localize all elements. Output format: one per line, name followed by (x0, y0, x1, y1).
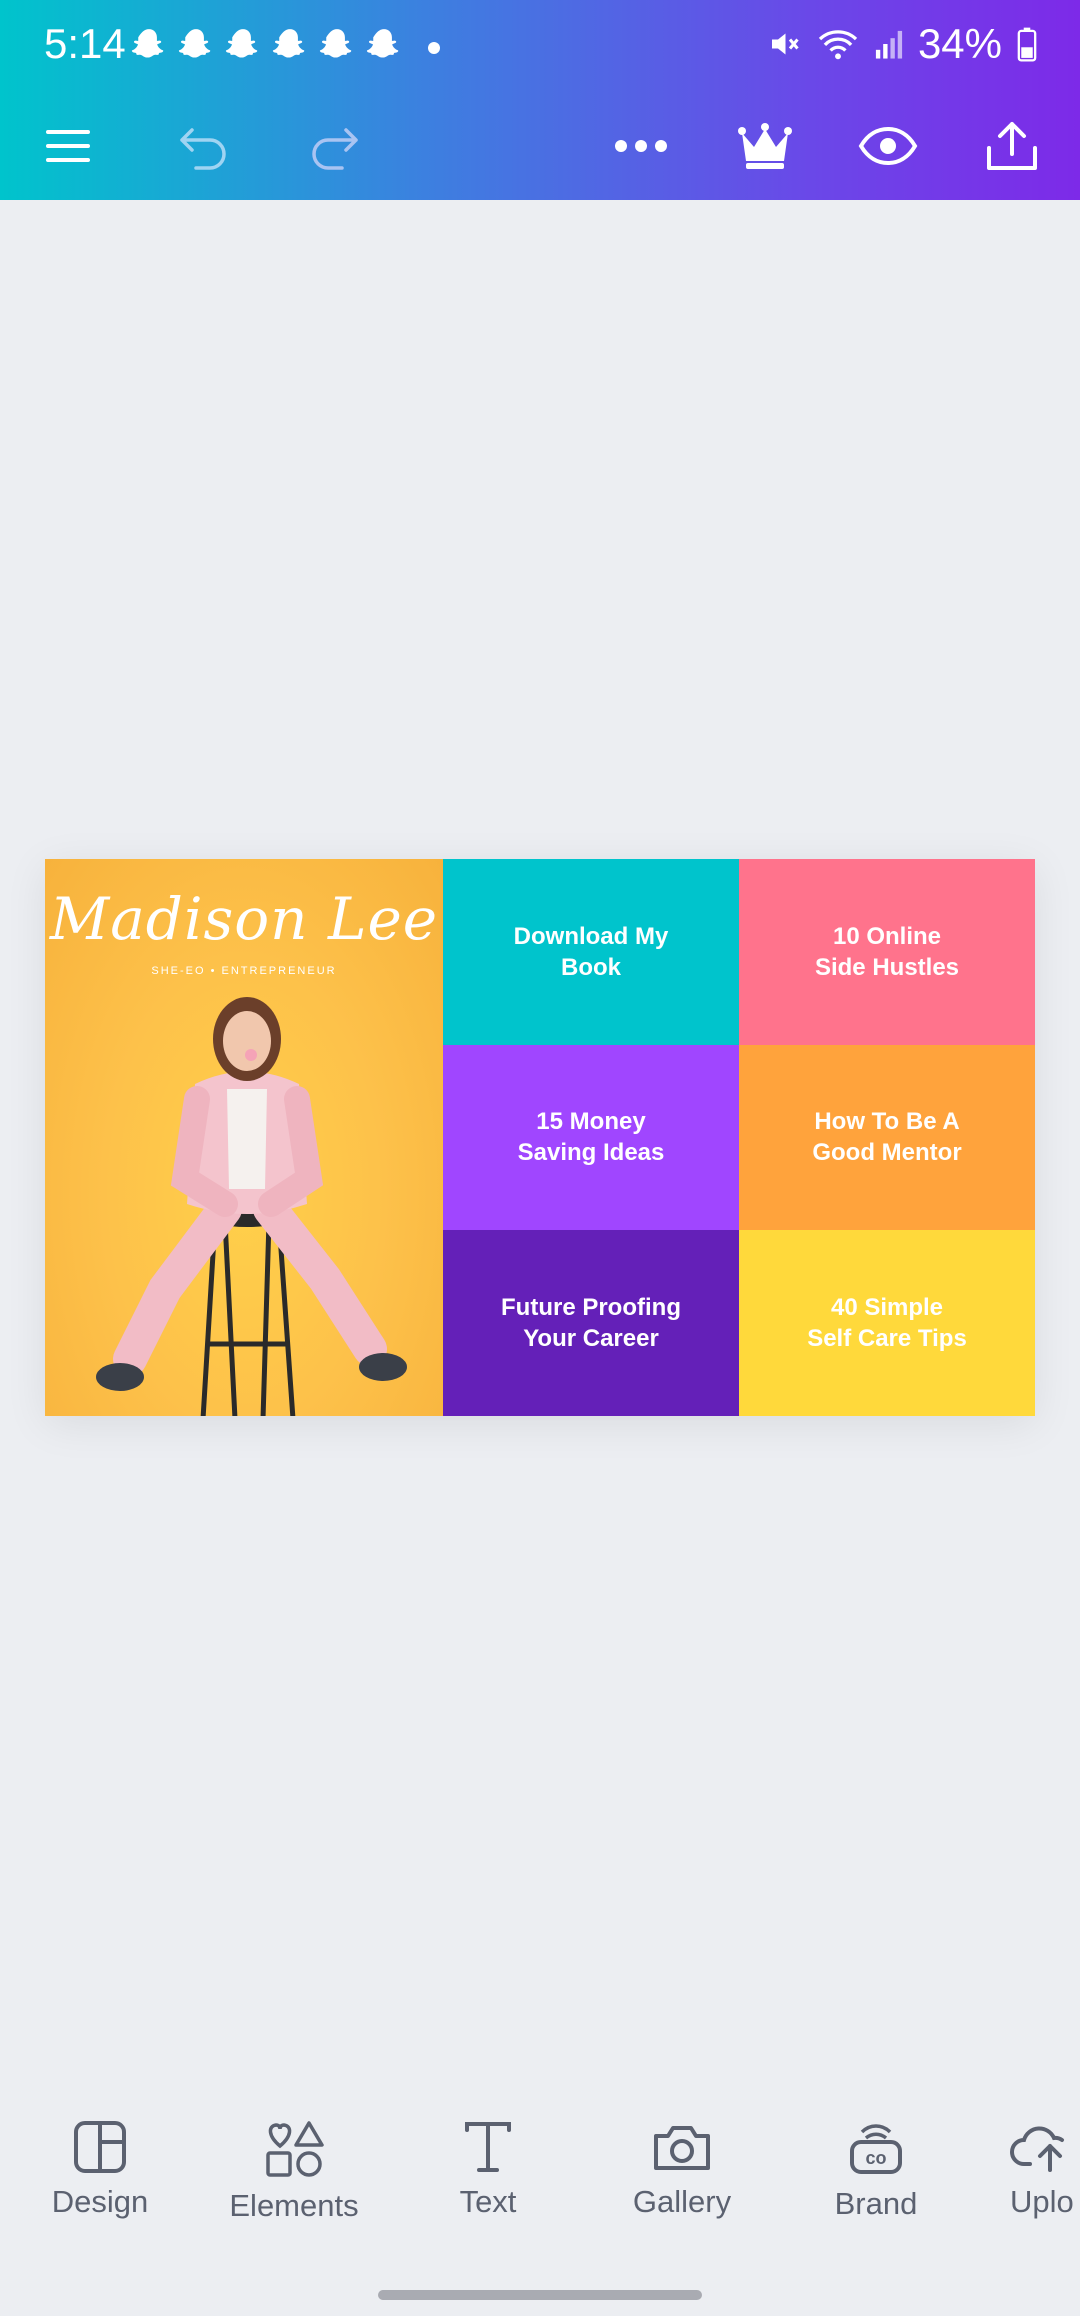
tile-online-side-hustles[interactable]: 10 Online Side Hustles (739, 859, 1035, 1045)
battery-icon (1017, 27, 1037, 62)
design-icon (74, 2121, 126, 2173)
snapchat-icon (225, 29, 258, 58)
undo-button[interactable] (172, 92, 236, 200)
home-indicator[interactable] (378, 2290, 702, 2300)
app-header: 5:14 34% (0, 0, 1080, 200)
redo-icon (312, 128, 358, 170)
nav-design-label: Design (51, 2184, 149, 2219)
notification-dot (428, 42, 440, 54)
nav-gallery[interactable]: Gallery (592, 2120, 772, 2220)
premium-button[interactable] (734, 92, 796, 200)
crown-icon (738, 123, 792, 169)
photo-tile[interactable]: Madison Lee SHE-EO • ENTREPRENEUR (45, 859, 443, 1416)
design-canvas[interactable]: Madison Lee SHE-EO • ENTREPRENEUR Downlo… (45, 859, 1035, 1416)
tile-self-care-tips[interactable]: 40 Simple Self Care Tips (739, 1230, 1035, 1416)
brand-icon: co (850, 2124, 902, 2174)
camera-icon (654, 2126, 710, 2170)
tile-download-book[interactable]: Download My Book (443, 859, 739, 1045)
snapchat-icon (131, 29, 164, 58)
status-bar: 5:14 34% (0, 0, 1080, 92)
nav-brand[interactable]: co Brand (786, 2120, 966, 2222)
nav-design[interactable]: Design (10, 2120, 190, 2220)
tile-good-mentor[interactable]: How To Be A Good Mentor (739, 1044, 1035, 1231)
redo-button[interactable] (302, 92, 366, 200)
share-button[interactable] (982, 92, 1042, 200)
status-time: 5:14 (44, 20, 126, 67)
signal-icon (875, 30, 903, 59)
wifi-icon (818, 30, 858, 60)
more-icon (615, 140, 667, 152)
mute-icon (771, 33, 799, 55)
menu-button[interactable] (40, 92, 96, 200)
share-icon (987, 122, 1037, 170)
nav-uploads-label: Uplo (1010, 2184, 1074, 2219)
nav-text-label: Text (459, 2184, 517, 2219)
logo-tagline: SHE-EO • ENTREPRENEUR (151, 965, 337, 977)
snapchat-icon (319, 29, 352, 58)
tile-future-proofing-career[interactable]: Future Proofing Your Career (443, 1230, 739, 1416)
status-right: 34% (766, 20, 1038, 68)
snapchat-icon (366, 29, 399, 58)
more-button[interactable] (612, 92, 670, 200)
eye-icon (858, 126, 918, 166)
svg-text:co: co (865, 2148, 886, 2168)
elements-icon (266, 2121, 324, 2177)
woman-on-stool-photo (96, 997, 407, 1416)
logo-name: Madison Lee (49, 885, 439, 953)
preview-button[interactable] (856, 92, 920, 200)
text-icon (465, 2122, 511, 2172)
nav-brand-label: Brand (834, 2186, 918, 2221)
snapchat-icon (272, 29, 305, 58)
notification-icons (130, 26, 403, 64)
nav-elements-label: Elements (229, 2188, 359, 2223)
nav-gallery-label: Gallery (632, 2184, 732, 2219)
nav-uploads[interactable]: Uplo (980, 2120, 1080, 2220)
upload-icon (1010, 2126, 1064, 2172)
battery-percent: 34% (917, 20, 1002, 67)
hamburger-icon (46, 130, 90, 162)
nav-text[interactable]: Text (398, 2120, 578, 2220)
nav-elements[interactable]: Elements (204, 2120, 384, 2224)
snapchat-icon (178, 29, 211, 58)
bottom-nav: Design Elements Text Gallery co Brand Up… (0, 2100, 1080, 2250)
undo-icon (180, 128, 226, 170)
editor-toolbar (0, 92, 1080, 200)
tile-money-saving-ideas[interactable]: 15 Money Saving Ideas (443, 1044, 739, 1231)
